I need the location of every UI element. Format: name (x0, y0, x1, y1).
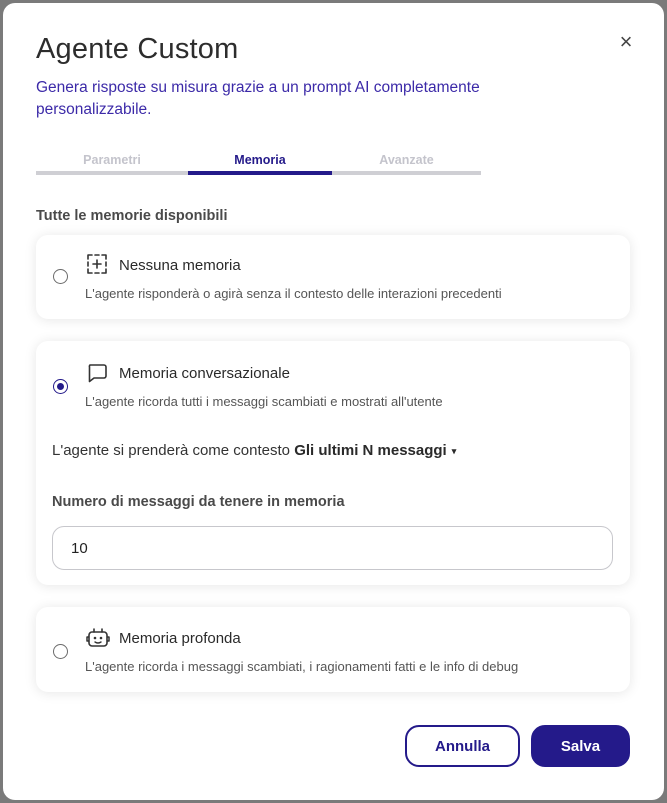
context-dropdown-value: Gli ultimi N messaggi (294, 442, 447, 459)
memory-option-none[interactable]: Nessuna memoria L'agente risponderà o ag… (36, 235, 630, 319)
dialog-subtitle: Genera risposte su misura grazie a un pr… (36, 79, 480, 118)
tab-avanzate[interactable]: Avanzate (332, 151, 481, 175)
cancel-button[interactable]: Annulla (405, 725, 520, 767)
context-dropdown[interactable]: Gli ultimi N messaggi ▾ (294, 442, 456, 459)
robot-icon (86, 627, 110, 649)
memory-option-conversational[interactable]: Memoria conversazionale L'agente ricorda… (36, 341, 630, 585)
radio-conversational[interactable] (53, 379, 68, 394)
radio-none[interactable] (53, 269, 68, 284)
chat-bubble-icon (86, 362, 108, 384)
memory-option-deep[interactable]: Memoria profonda L'agente ricorda i mess… (36, 607, 630, 692)
close-icon[interactable]: × (616, 31, 636, 53)
message-count-label: Numero di messaggi da tenere in memoria (52, 494, 345, 510)
tab-bar: Parametri Memoria Avanzate (36, 151, 481, 175)
context-prefix: L'agente si prenderà come contesto (52, 442, 291, 459)
tab-parametri[interactable]: Parametri (36, 151, 188, 175)
dashed-plus-icon (86, 253, 108, 275)
save-button[interactable]: Salva (531, 725, 630, 767)
option-title-conversational: Memoria conversazionale (119, 365, 290, 382)
option-desc-conversational: L'agente ricorda tutti i messaggi scambi… (85, 394, 443, 409)
chevron-down-icon: ▾ (451, 445, 457, 456)
radio-deep[interactable] (53, 644, 68, 659)
message-count-input[interactable] (52, 526, 613, 570)
option-desc-deep: L'agente ricorda i messaggi scambiati, i… (85, 659, 519, 674)
custom-agent-dialog: × Agente Custom Genera risposte su misur… (3, 3, 664, 800)
memory-section-label: Tutte le memorie disponibili (36, 208, 228, 224)
tab-memoria[interactable]: Memoria (188, 151, 332, 175)
option-title-deep: Memoria profonda (119, 630, 241, 647)
option-desc-none: L'agente risponderà o agirà senza il con… (85, 286, 502, 301)
context-setting: L'agente si prenderà come contesto Gli u… (52, 442, 456, 459)
option-title-none: Nessuna memoria (119, 257, 241, 274)
dialog-title: Agente Custom (36, 33, 239, 65)
